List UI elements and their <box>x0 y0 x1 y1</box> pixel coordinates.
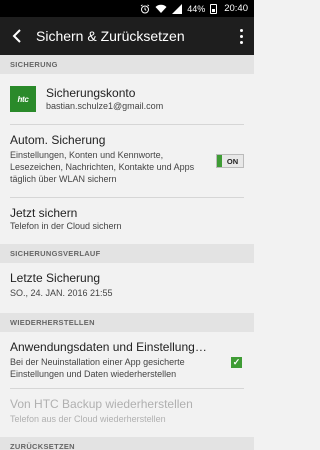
clock-time: 20:40 <box>224 3 248 14</box>
app-bar: Sichern & Zurücksetzen <box>0 17 254 55</box>
section-header-zuruecksetzen: ZURÜCKSETZEN <box>0 437 254 450</box>
backup-account-email: bastian.schulze1@gmail.com <box>46 101 164 111</box>
last-backup-title: Letzte Sicherung <box>10 271 101 285</box>
backup-now-row[interactable]: Jetzt sichern Telefon in der Cloud siche… <box>0 198 254 244</box>
backup-account-row[interactable]: htc Sicherungskonto bastian.schulze1@gma… <box>0 74 254 124</box>
menu-dot-icon <box>239 40 243 44</box>
section-header-sicherung: SICHERUNG <box>0 55 254 74</box>
app-data-checkbox[interactable]: ✓ <box>231 357 242 368</box>
htc-backup-description: Telefon aus der Cloud wiederherstellen <box>10 414 166 424</box>
status-bar: 44% 20:40 <box>0 0 254 17</box>
backup-now-description: Telefon in der Cloud sichern <box>10 221 122 231</box>
battery-percent: 44% <box>187 3 206 14</box>
htc-backup-title: Von HTC Backup wiederherstellen <box>10 397 193 411</box>
menu-dot-icon <box>239 34 243 38</box>
htc-logo: htc <box>10 86 36 112</box>
htc-backup-restore-row: Von HTC Backup wiederherstellen Telefon … <box>0 389 254 437</box>
page-title: Sichern & Zurücksetzen <box>36 28 185 44</box>
alarm-clock-icon <box>140 3 150 14</box>
section-header-wiederherstellen: WIEDERHERSTELLEN <box>0 313 254 332</box>
last-backup-row[interactable]: Letzte Sicherung SO., 24. JAN. 2016 21:5… <box>0 263 254 313</box>
menu-dot-icon <box>239 28 243 32</box>
auto-backup-description: Einstellungen, Konten und Kennworte, Les… <box>10 150 195 184</box>
signal-icon <box>172 3 183 14</box>
auto-backup-toggle[interactable]: ON <box>216 154 244 168</box>
back-button[interactable] <box>8 26 26 46</box>
auto-backup-row[interactable]: Autom. Sicherung Einstellungen, Konten u… <box>0 125 254 197</box>
backup-account-title: Sicherungskonto <box>46 86 136 100</box>
last-backup-date: SO., 24. JAN. 2016 21:55 <box>10 288 113 298</box>
section-header-sicherungsverlauf: SICHERUNGSVERLAUF <box>0 244 254 263</box>
app-data-description: Bei der Neuinstallation einer App gesich… <box>10 357 185 379</box>
checkmark-icon: ✓ <box>232 357 241 367</box>
toggle-label: ON <box>222 155 243 167</box>
auto-backup-title: Autom. Sicherung <box>10 133 106 147</box>
app-data-title: Anwendungsdaten und Einstellungen... <box>10 340 210 354</box>
app-data-restore-row[interactable]: Anwendungsdaten und Einstellungen... Bei… <box>0 332 254 388</box>
overflow-menu-button[interactable] <box>236 28 246 44</box>
wifi-icon <box>155 4 167 14</box>
chevron-left-icon <box>12 29 21 43</box>
battery-icon <box>210 3 218 14</box>
backup-now-title: Jetzt sichern <box>10 206 78 220</box>
